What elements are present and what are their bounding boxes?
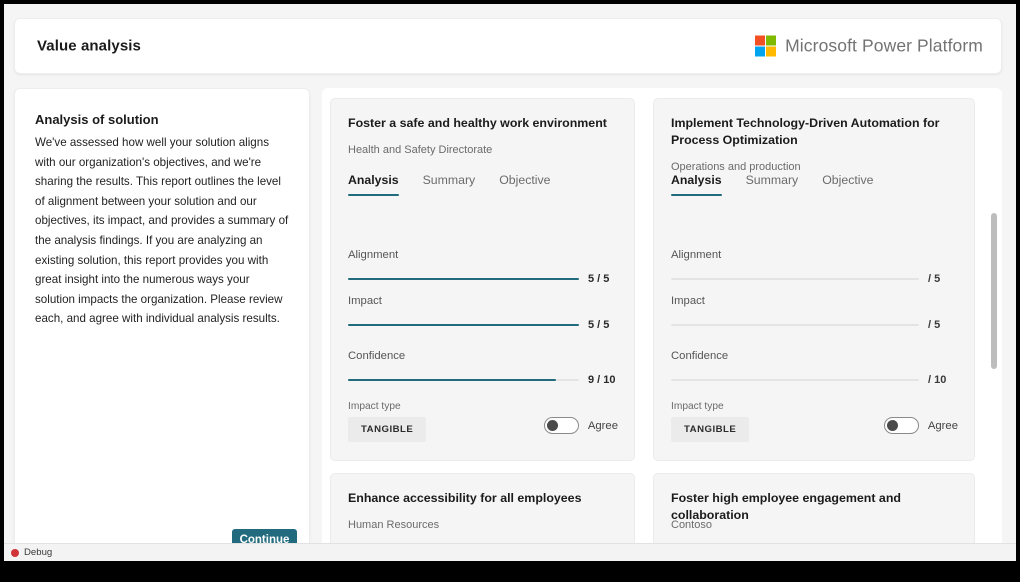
objective-card[interactable]: Foster a safe and healthy work environme… [330, 98, 635, 461]
tab-analysis[interactable]: Analysis [671, 173, 722, 196]
objective-card[interactable]: Implement Technology-Driven Automation f… [653, 98, 975, 461]
brand: Microsoft Power Platform [755, 36, 983, 57]
metric-alignment: Alignment / 5 [671, 249, 958, 285]
agree-toggle[interactable]: Agree [884, 417, 958, 434]
logo-square-blue [755, 47, 765, 57]
page-header: Value analysis Microsoft Power Platform [14, 18, 1002, 74]
impact-type-label: Impact type [348, 401, 401, 412]
card-subtitle: Health and Safety Directorate [348, 144, 492, 156]
card-subtitle: Operations and production [671, 161, 801, 173]
tab-objective[interactable]: Objective [499, 173, 550, 196]
logo-square-yellow [766, 47, 776, 57]
metric-value: 9 / 10 [588, 374, 618, 386]
agree-label: Agree [588, 420, 618, 432]
vertical-scrollbar[interactable] [991, 94, 997, 553]
metric-slider[interactable] [348, 379, 579, 382]
microsoft-logo-icon [755, 36, 776, 57]
card-title: Foster a safe and healthy work environme… [348, 115, 618, 132]
tab-summary[interactable]: Summary [746, 173, 799, 196]
metric-impact: Impact 5 / 5 [348, 295, 618, 331]
tab-objective[interactable]: Objective [822, 173, 873, 196]
metric-label: Impact [671, 295, 958, 307]
impact-type-chip[interactable]: TANGIBLE [671, 417, 749, 442]
tab-summary[interactable]: Summary [423, 173, 476, 196]
brand-label: Microsoft Power Platform [785, 36, 983, 57]
page-title: Value analysis [37, 38, 141, 55]
metric-slider[interactable] [348, 324, 579, 327]
panel-description: We've assessed how well your solution al… [35, 133, 291, 329]
window-frame: Value analysis Microsoft Power Platform … [0, 0, 1020, 582]
app-surface: Value analysis Microsoft Power Platform … [4, 4, 1016, 561]
metric-label: Impact [348, 295, 618, 307]
metric-value: 5 / 5 [588, 273, 618, 285]
scrollbar-thumb[interactable] [991, 213, 997, 369]
objective-cards-scroll-area[interactable]: Foster a safe and healthy work environme… [322, 88, 1002, 559]
toggle-switch[interactable] [884, 417, 919, 434]
toggle-knob [887, 420, 898, 431]
metric-value: 5 / 5 [588, 319, 618, 331]
metric-slider[interactable] [671, 324, 919, 327]
metric-label: Alignment [348, 249, 618, 261]
metric-confidence: Confidence 9 / 10 [348, 350, 618, 386]
impact-type-label: Impact type [671, 401, 724, 412]
card-title: Enhance accessibility for all employees [348, 490, 618, 507]
metric-slider[interactable] [671, 278, 919, 281]
metric-value: / 5 [928, 273, 958, 285]
toggle-switch[interactable] [544, 417, 579, 434]
card-tabs: Analysis Summary Objective [348, 173, 550, 196]
metric-value: / 10 [928, 374, 958, 386]
card-tabs: Analysis Summary Objective [671, 173, 873, 196]
logo-square-green [766, 36, 776, 46]
debug-indicator-icon [11, 549, 19, 557]
logo-square-red [755, 36, 765, 46]
metric-label: Confidence [671, 350, 958, 362]
analysis-of-solution-panel: Analysis of solution We've assessed how … [14, 88, 310, 559]
card-title: Implement Technology-Driven Automation f… [671, 115, 958, 149]
metric-slider[interactable] [671, 379, 919, 382]
metric-confidence: Confidence / 10 [671, 350, 958, 386]
card-subtitle: Human Resources [348, 519, 439, 531]
agree-toggle[interactable]: Agree [544, 417, 618, 434]
toggle-knob [547, 420, 558, 431]
metric-impact: Impact / 5 [671, 295, 958, 331]
metric-alignment: Alignment 5 / 5 [348, 249, 618, 285]
debug-label: Debug [24, 547, 52, 558]
status-bar: Debug [4, 543, 1016, 561]
agree-label: Agree [928, 420, 958, 432]
metric-label: Confidence [348, 350, 618, 362]
card-subtitle: Contoso [671, 519, 712, 531]
tab-analysis[interactable]: Analysis [348, 173, 399, 196]
card-title: Foster high employee engagement and coll… [671, 490, 958, 524]
panel-title: Analysis of solution [35, 112, 159, 127]
objective-cards-list: Foster a safe and healthy work environme… [322, 88, 990, 559]
metric-slider[interactable] [348, 278, 579, 281]
metric-label: Alignment [671, 249, 958, 261]
metric-value: / 5 [928, 319, 958, 331]
impact-type-chip[interactable]: TANGIBLE [348, 417, 426, 442]
